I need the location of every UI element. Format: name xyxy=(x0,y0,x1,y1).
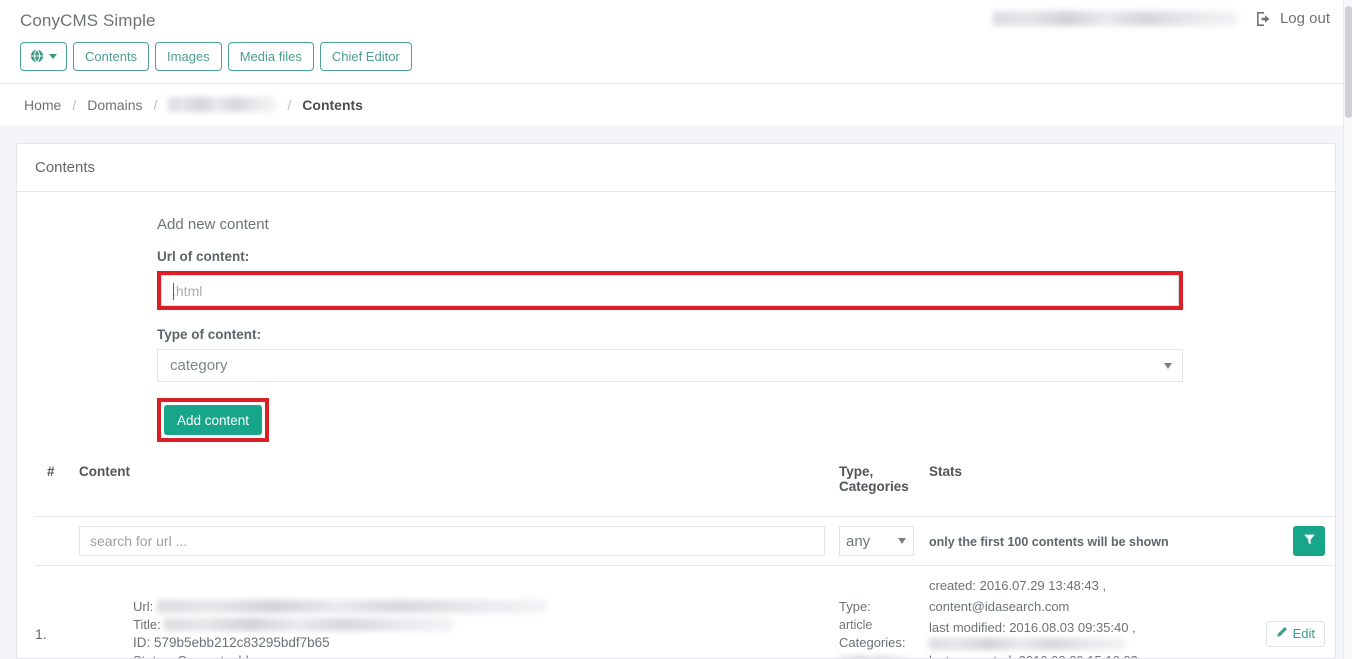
filter-row-search-cell xyxy=(79,516,839,566)
table-body: any only the first 100 contents will be … xyxy=(35,516,1335,659)
vertical-scrollbar[interactable] xyxy=(1343,0,1352,659)
table-head: # Content Type, Categories Stats xyxy=(35,464,1335,517)
row-status: Status: Generateable xyxy=(133,652,839,659)
row-stat-created-by: content@idasearch.com xyxy=(929,599,1070,614)
filter-type-value: any xyxy=(846,532,871,550)
row-type-label: Type: xyxy=(839,599,871,614)
nav-button-media-files[interactable]: Media files xyxy=(227,42,314,71)
column-header-type-line1: Type, xyxy=(839,464,874,479)
breadcrumb: Home / Domains / / Contents xyxy=(0,84,1352,125)
row-stats-cell: created: 2016.07.29 13:48:43 , content@i… xyxy=(929,565,1229,658)
contents-panel: Contents Add new content Url of content:… xyxy=(16,143,1336,659)
type-field-label: Type of content: xyxy=(157,327,261,342)
column-header-content: Content xyxy=(79,464,130,479)
row-stat-modified: last modified: 2016.08.03 09:35:40 , xyxy=(929,620,1136,635)
column-header-num: # xyxy=(47,464,55,479)
row-number: 1. xyxy=(35,625,47,642)
panel-header: Contents xyxy=(17,144,1335,192)
breadcrumb-separator: / xyxy=(72,96,77,113)
column-header-actions xyxy=(1229,464,1335,517)
row-stat-generated: last generated: 2016.08.09 15:16:02 , xyxy=(929,650,1229,658)
contents-limit-hint: only the first 100 contents will be show… xyxy=(929,534,1169,549)
breadcrumb-item-current: Contents xyxy=(302,96,363,113)
url-field-highlight xyxy=(157,271,1183,310)
logout-button[interactable]: Log out xyxy=(1256,10,1330,27)
row-stat-modified-by-blurred xyxy=(929,638,1126,650)
table-filter-row: any only the first 100 contents will be … xyxy=(35,516,1335,566)
column-header-type-line2: Categories xyxy=(839,479,909,494)
panel-body: Add new content Url of content: Type of … xyxy=(17,192,1335,659)
apply-filter-button[interactable] xyxy=(1293,526,1325,556)
nav-buttons: Contents Images Media files Chief Editor xyxy=(20,42,412,71)
column-header-stats: Stats xyxy=(929,464,963,479)
logout-label: Log out xyxy=(1279,10,1330,27)
chevron-down-icon xyxy=(1164,363,1172,369)
row-content-cell: Url: Title: ID: 579b5ebb212c83295bdf7b65… xyxy=(79,565,839,659)
nav-button-contents[interactable]: Contents xyxy=(73,42,150,71)
add-content-button[interactable]: Add content xyxy=(164,405,263,435)
nav-button-label: Media files xyxy=(239,49,302,64)
main-content: Contents Add new content Url of content:… xyxy=(0,125,1352,659)
chevron-down-icon xyxy=(898,538,906,544)
sign-out-icon xyxy=(1256,11,1272,27)
filter-row-action-cell xyxy=(1229,516,1335,566)
breadcrumb-item-home[interactable]: Home xyxy=(24,97,61,113)
url-input-wrap xyxy=(161,275,1179,306)
edit-button[interactable]: Edit xyxy=(1265,620,1325,647)
row-number-cell: 1. xyxy=(35,565,79,658)
row-categories-label: Categories: xyxy=(839,635,906,650)
row-type-cell: Type: article Categories: xyxy=(839,565,929,658)
page-title: Contents xyxy=(35,159,96,176)
table-row: 1. Url: Title: ID: 579b5ebb212c83295bdf7… xyxy=(35,565,1335,659)
url-input[interactable] xyxy=(161,275,1179,306)
page-root: ConyCMS Simple Log out Contents Images M… xyxy=(0,0,1352,659)
top-bar: ConyCMS Simple Log out Contents Images M… xyxy=(0,0,1352,84)
filter-icon xyxy=(1303,533,1316,549)
row-title-label: Title: xyxy=(133,616,161,632)
breadcrumb-separator: / xyxy=(153,96,158,113)
type-of-content-select[interactable]: category xyxy=(157,349,1183,382)
add-content-form: Add new content Url of content: Type of … xyxy=(35,216,1317,442)
edit-button-label: Edit xyxy=(1292,626,1315,641)
row-url-label: Url: xyxy=(133,598,154,614)
top-right-area: Log out xyxy=(992,10,1330,27)
globe-icon xyxy=(30,49,44,65)
type-of-content-value: category xyxy=(170,357,228,374)
text-cursor xyxy=(173,283,174,300)
row-url-line: Url: xyxy=(133,598,839,616)
add-content-button-highlight: Add content xyxy=(157,398,270,442)
nav-button-chief-editor[interactable]: Chief Editor xyxy=(319,42,412,71)
app-brand: ConyCMS Simple xyxy=(20,11,156,30)
row-stat-created: created: 2016.07.29 13:48:43 , xyxy=(929,578,1107,593)
row-type-value: article xyxy=(839,618,873,632)
url-field-label: Url of content: xyxy=(157,249,250,264)
current-user-blurred xyxy=(992,11,1238,26)
breadcrumb-item-domain-blurred[interactable] xyxy=(168,97,277,112)
nav-button-label: Contents xyxy=(85,49,138,64)
contents-table: # Content Type, Categories Stats search … xyxy=(35,464,1335,659)
breadcrumb-item-domains[interactable]: Domains xyxy=(87,97,142,113)
nav-button-label: Chief Editor xyxy=(331,49,400,64)
column-header-type-categories: Type, Categories xyxy=(839,464,929,517)
filter-row-num-cell xyxy=(35,516,79,566)
row-title-value-blurred xyxy=(164,617,455,631)
filter-row-type-cell: any xyxy=(839,516,929,566)
row-url-value-blurred xyxy=(156,599,547,613)
language-dropdown-button[interactable] xyxy=(20,42,67,71)
filter-row-hint-cell: only the first 100 contents will be show… xyxy=(929,516,1229,566)
row-id: ID: 579b5ebb212c83295bdf7b65 xyxy=(133,634,330,650)
scrollbar-thumb[interactable] xyxy=(1345,6,1352,118)
row-action-cell: Edit xyxy=(1229,565,1335,658)
search-input[interactable] xyxy=(79,526,825,556)
nav-button-label: Images xyxy=(167,49,210,64)
table-header-row: # Content Type, Categories Stats xyxy=(35,464,1335,517)
nav-button-images[interactable]: Images xyxy=(155,42,222,71)
row-title-line: Title: xyxy=(133,616,839,634)
chevron-down-icon xyxy=(49,54,57,59)
pencil-icon xyxy=(1276,626,1288,641)
add-content-heading: Add new content xyxy=(157,216,269,233)
filter-type-select[interactable]: any xyxy=(839,526,914,556)
breadcrumb-separator: / xyxy=(287,96,292,113)
